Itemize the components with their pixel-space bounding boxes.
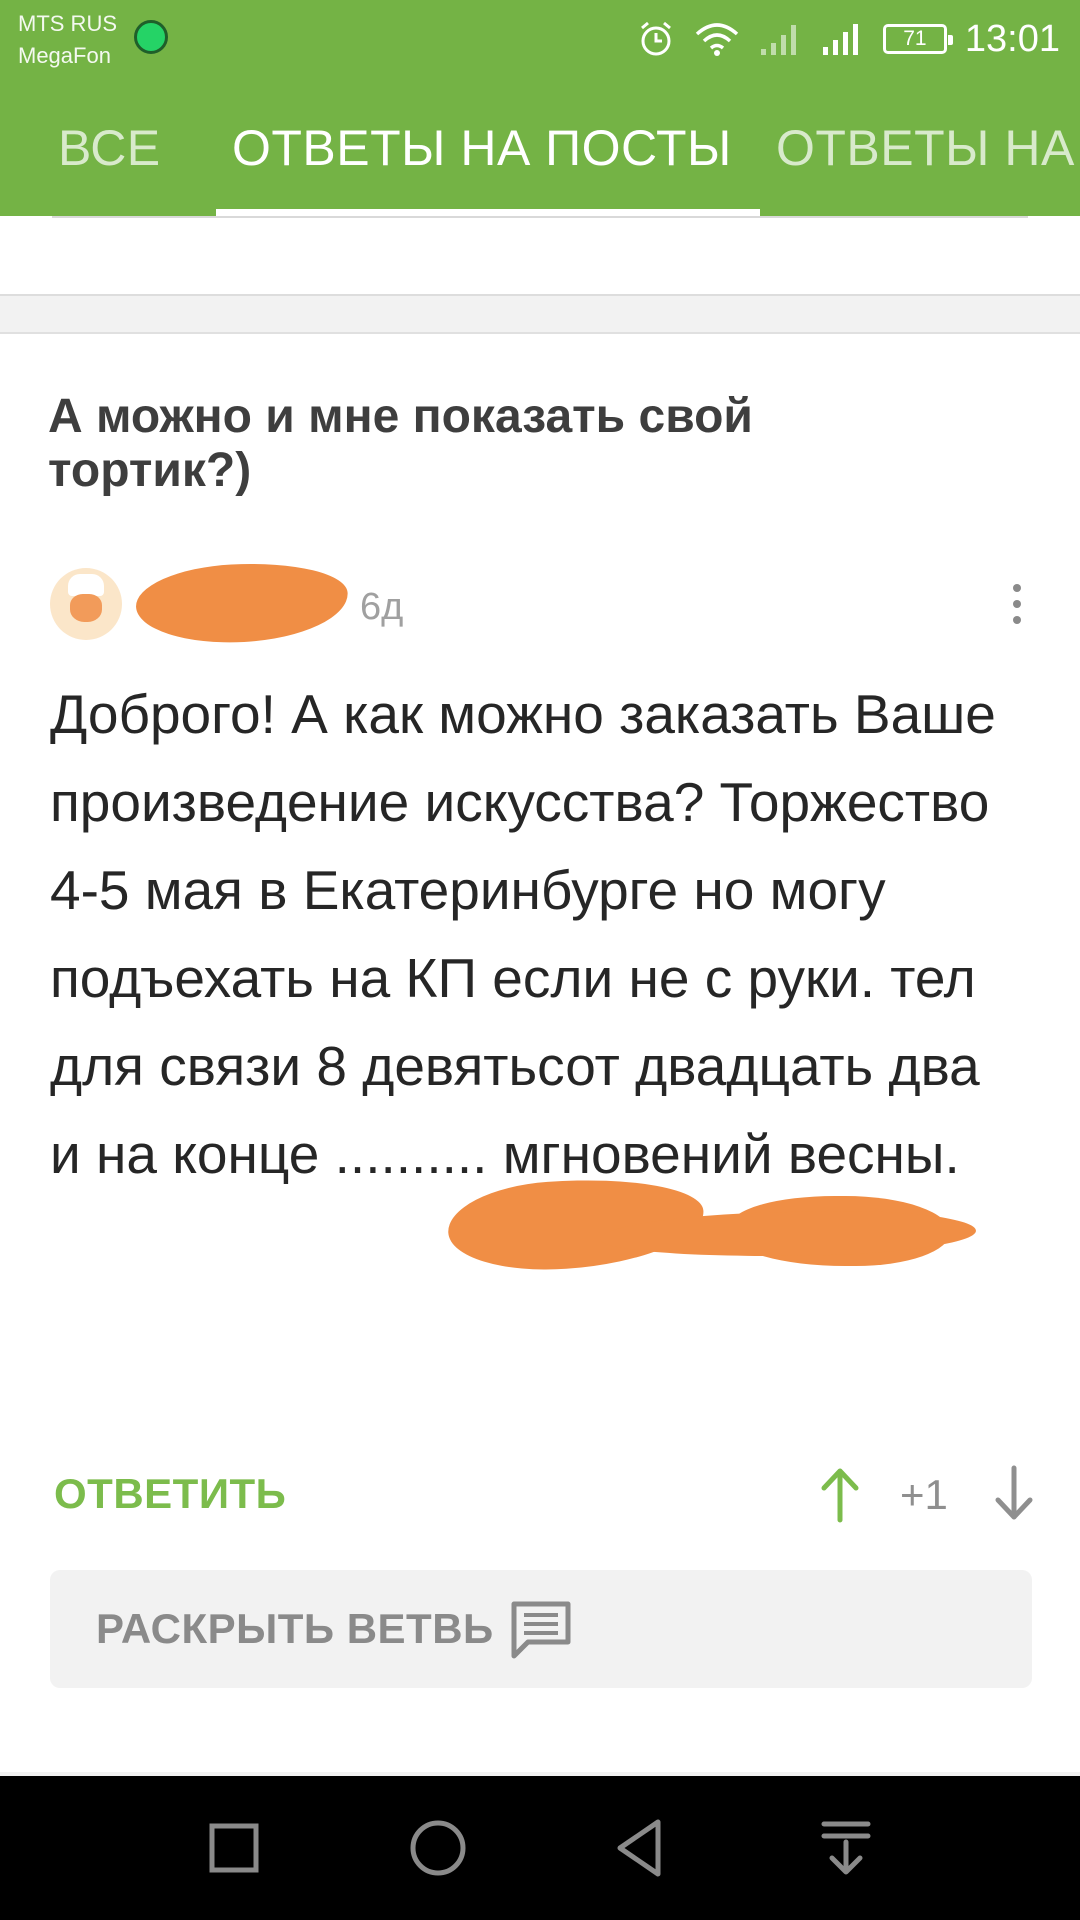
reply-button[interactable]: ОТВЕТИТЬ xyxy=(54,1468,286,1520)
tab-post-replies[interactable]: ОТВЕТЫ НА ПОСТЫ xyxy=(232,118,732,178)
carrier-1: MTS RUS xyxy=(18,11,117,36)
back-icon[interactable] xyxy=(606,1812,678,1884)
chef-hat-icon xyxy=(68,574,104,596)
previous-card xyxy=(0,216,1080,296)
carrier-2: MegaFon xyxy=(18,43,111,68)
comment-body: Доброго! А как можно заказать Ваше произ… xyxy=(50,670,1010,1198)
divider xyxy=(52,216,1028,218)
comment-actions: ОТВЕТИТЬ +1 xyxy=(52,1464,1036,1524)
comment-bubble-icon xyxy=(508,1600,574,1660)
upvote-arrow-icon[interactable] xyxy=(818,1464,862,1524)
redaction-mark xyxy=(134,558,350,648)
wifi-icon xyxy=(693,20,741,58)
post-time: 6д xyxy=(360,586,404,628)
whatsapp-icon xyxy=(134,20,168,54)
status-icons: 71 13:01 xyxy=(637,14,1060,64)
more-options-icon[interactable] xyxy=(1002,578,1032,630)
comment-card: А можно и мне показать свой тортик?) s 6… xyxy=(0,332,1080,1772)
signal-icon xyxy=(759,21,803,57)
active-tab-indicator xyxy=(216,209,760,216)
status-bar: MTS RUS MegaFon 71 13:01 xyxy=(0,0,1080,80)
tab-comment-replies[interactable]: ОТВЕТЫ НА xyxy=(776,118,1075,178)
expand-thread-label: РАСКРЫТЬ ВЕТВЬ xyxy=(96,1605,494,1652)
app-header: MTS RUS MegaFon 71 13:01 ВСЕ ОТВЕТЫ НА П… xyxy=(0,0,1080,216)
tab-all[interactable]: ВСЕ xyxy=(58,118,161,178)
notifications-pulldown-icon[interactable] xyxy=(810,1812,882,1884)
avatar[interactable] xyxy=(50,568,122,640)
recent-apps-icon[interactable] xyxy=(198,1812,270,1884)
alarm-icon xyxy=(637,20,675,58)
tab-bar: ВСЕ ОТВЕТЫ НА ПОСТЫ ОТВЕТЫ НА xyxy=(0,96,1080,216)
signal-icon xyxy=(821,21,865,57)
clock: 13:01 xyxy=(964,18,1060,60)
system-navigation-bar xyxy=(0,1776,1080,1920)
expand-thread-button[interactable]: РАСКРЫТЬ ВЕТВЬ xyxy=(50,1570,1032,1688)
home-icon[interactable] xyxy=(402,1812,474,1884)
post-title[interactable]: А можно и мне показать свой тортик?) xyxy=(48,390,948,498)
downvote-arrow-icon[interactable] xyxy=(992,1464,1036,1524)
face-icon xyxy=(70,594,102,622)
battery-icon: 71 xyxy=(882,24,953,54)
comment-text-end: и на конце .......... мгновений весны. xyxy=(50,1123,960,1185)
carrier-info: MTS RUS MegaFon xyxy=(18,8,117,72)
author-row: s 6д xyxy=(48,558,1032,648)
vote-score: +1 xyxy=(900,1471,948,1518)
comment-text: Доброго! А как можно заказать Ваше произ… xyxy=(50,683,996,1097)
